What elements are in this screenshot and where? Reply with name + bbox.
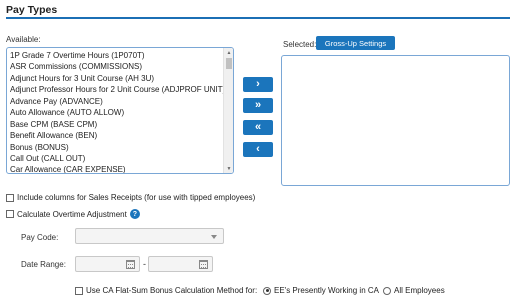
- remove-all-button[interactable]: «: [243, 120, 273, 135]
- ca-bonus-option[interactable]: Use CA Flat-Sum Bonus Calculation Method…: [75, 286, 257, 295]
- selected-list[interactable]: [281, 55, 510, 186]
- scroll-up-arrow-icon[interactable]: ▲: [224, 48, 233, 57]
- ca-bonus-all-label: All Employees: [394, 286, 445, 295]
- available-label: Available:: [6, 35, 41, 44]
- ca-bonus-all-radio[interactable]: [383, 286, 391, 295]
- chevron-down-icon: [211, 235, 217, 239]
- ca-bonus-working-label: EE's Presently Working in CA: [274, 286, 379, 295]
- date-range-label: Date Range:: [21, 260, 66, 269]
- overtime-adjustment-label: Calculate Overtime Adjustment: [17, 209, 127, 219]
- date-range-end-input[interactable]: [148, 256, 213, 272]
- ca-bonus-label: Use CA Flat-Sum Bonus Calculation Method…: [86, 286, 258, 295]
- gross-up-settings-button[interactable]: Gross-Up Settings: [316, 36, 395, 50]
- overtime-adjustment-checkbox[interactable]: [6, 210, 14, 218]
- selected-label: Selected:: [283, 40, 317, 49]
- list-item[interactable]: Adjunct Hours for 3 Unit Course (AH 3U): [10, 73, 223, 84]
- sales-receipts-label: Include columns for Sales Receipts (for …: [17, 193, 256, 202]
- remove-selected-button[interactable]: ‹: [243, 142, 273, 157]
- ca-bonus-all-option[interactable]: All Employees: [383, 286, 445, 295]
- available-list-scrollbar[interactable]: ▲ ▼: [223, 48, 233, 173]
- list-item[interactable]: Auto Allowance (AUTO ALLOW): [10, 107, 223, 118]
- ca-bonus-working-radio[interactable]: [263, 286, 271, 295]
- date-range-start-input[interactable]: [75, 256, 140, 272]
- title-divider: [6, 17, 510, 19]
- list-item[interactable]: Benefit Allowance (BEN): [10, 130, 223, 141]
- list-item[interactable]: Bonus (BONUS): [10, 142, 223, 153]
- list-item[interactable]: ASR Commissions (COMMISSIONS): [10, 61, 223, 72]
- date-range-separator: -: [143, 259, 146, 269]
- available-list[interactable]: 1P Grade 7 Overtime Hours (1P070T) ASR C…: [6, 47, 234, 174]
- list-item[interactable]: Base CPM (BASE CPM): [10, 119, 223, 130]
- list-item[interactable]: Adjunct Professor Hours for 2 Unit Cours…: [10, 84, 225, 95]
- ca-bonus-checkbox[interactable]: [75, 286, 83, 295]
- calendar-icon[interactable]: [199, 260, 208, 269]
- pay-code-select[interactable]: [75, 228, 224, 244]
- scroll-thumb[interactable]: [226, 58, 232, 69]
- list-item[interactable]: Car Allowance (CAR EXPENSE): [10, 164, 223, 173]
- add-all-button[interactable]: »: [243, 98, 273, 113]
- ca-bonus-working-option[interactable]: EE's Presently Working in CA: [263, 286, 379, 295]
- pay-code-label: Pay Code:: [21, 233, 59, 242]
- list-item[interactable]: Advance Pay (ADVANCE): [10, 96, 223, 107]
- sales-receipts-checkbox[interactable]: [6, 193, 14, 202]
- overtime-adjustment-option[interactable]: Calculate Overtime Adjustment ?: [6, 209, 140, 219]
- sales-receipts-option[interactable]: Include columns for Sales Receipts (for …: [6, 193, 255, 202]
- add-selected-button[interactable]: ›: [243, 77, 273, 92]
- scroll-down-arrow-icon[interactable]: ▼: [224, 164, 233, 173]
- list-item[interactable]: Call Out (CALL OUT): [10, 153, 223, 164]
- help-icon[interactable]: ?: [129, 209, 140, 219]
- page-title: Pay Types: [6, 4, 58, 16]
- list-item[interactable]: 1P Grade 7 Overtime Hours (1P070T): [10, 50, 223, 61]
- calendar-icon[interactable]: [126, 260, 135, 269]
